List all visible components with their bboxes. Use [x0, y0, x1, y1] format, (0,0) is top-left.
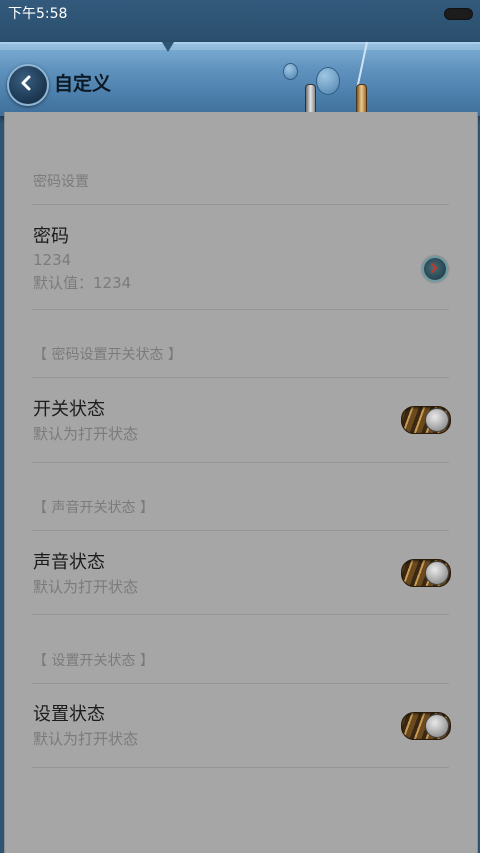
status-bar: 下午5:58 — [0, 0, 480, 44]
decorative-bubble — [316, 67, 340, 95]
settings-toggle[interactable] — [401, 712, 451, 740]
divider — [32, 683, 449, 684]
section-label-switch: 【 密码设置开关状态 】 — [33, 347, 182, 363]
pref-row-sound[interactable]: 声音状态 默认为打开状态 — [5, 551, 477, 601]
back-arrow-icon — [21, 75, 31, 91]
section-label-settings: 【 设置开关状态 】 — [33, 653, 154, 669]
pref-title: 声音状态 — [33, 552, 105, 573]
decorative-bubble — [283, 63, 298, 80]
toggle-knob — [425, 408, 449, 432]
pref-row-switch[interactable]: 开关状态 默认为打开状态 — [5, 398, 477, 448]
divider — [32, 204, 449, 205]
header-notch — [162, 42, 174, 52]
title-bar: 自定义 — [0, 41, 480, 116]
pref-title: 开关状态 — [33, 399, 105, 420]
pref-default: 默认值：1234 — [33, 274, 132, 292]
divider — [32, 767, 449, 768]
section-label-sound: 【 声音开关状态 】 — [33, 500, 154, 516]
page-title: 自定义 — [54, 73, 112, 95]
toggle-knob — [425, 561, 449, 585]
header-sheen — [0, 44, 480, 50]
pref-summary: 默认为打开状态 — [33, 578, 139, 596]
divider — [32, 309, 449, 310]
chevron-right-icon — [431, 263, 438, 273]
preferences-list: 密码设置 密码 1234 默认值：1234 【 密码设置开关状态 】 开关状态 … — [4, 112, 478, 853]
pref-value: 1234 — [33, 251, 72, 269]
pref-row-settings[interactable]: 设置状态 默认为打开状态 — [5, 703, 477, 753]
divider — [32, 530, 449, 531]
status-time: 下午5:58 — [8, 6, 68, 22]
pref-row-password[interactable]: 密码 1234 默认值：1234 — [5, 225, 477, 305]
edit-password-button[interactable] — [422, 256, 448, 282]
switch-toggle[interactable] — [401, 406, 451, 434]
pref-summary: 默认为打开状态 — [33, 730, 139, 748]
divider — [32, 614, 449, 615]
pref-summary: 默认为打开状态 — [33, 425, 139, 443]
toggle-knob — [425, 714, 449, 738]
battery-icon — [444, 8, 473, 20]
divider — [32, 462, 449, 463]
pref-title: 设置状态 — [33, 704, 105, 725]
back-button[interactable] — [7, 64, 49, 106]
sound-toggle[interactable] — [401, 559, 451, 587]
pref-title: 密码 — [33, 226, 69, 247]
divider — [32, 377, 449, 378]
section-label-password: 密码设置 — [33, 174, 89, 190]
